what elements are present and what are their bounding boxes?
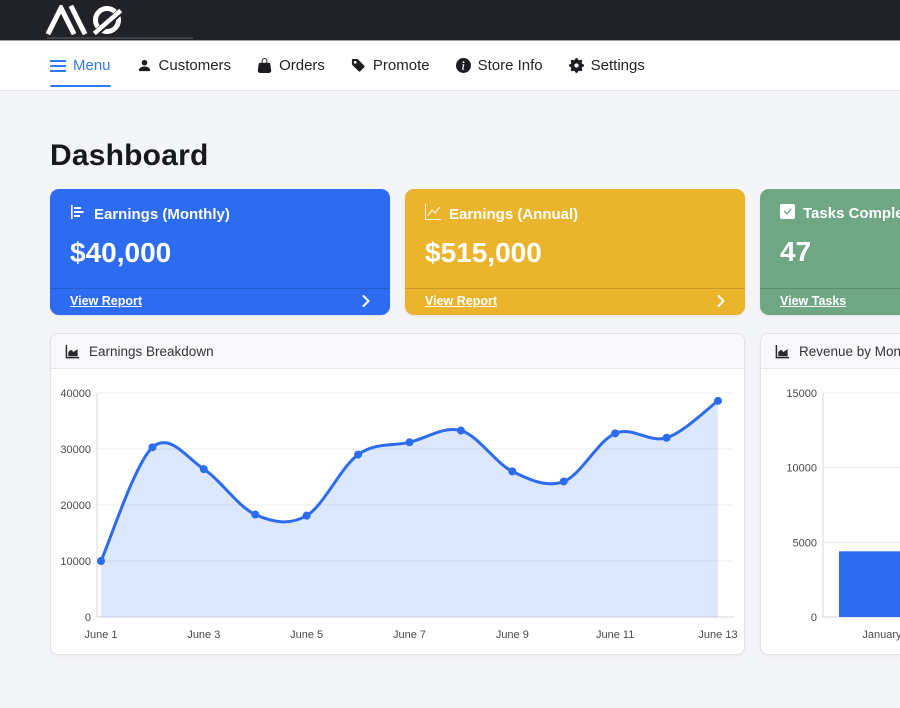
svg-text:June 7: June 7 <box>393 629 426 641</box>
svg-text:0: 0 <box>811 612 817 624</box>
nav-item-label: Settings <box>591 57 645 74</box>
stat-card-title: Earnings (Annual) <box>449 206 578 223</box>
tasks-completed-card: Tasks Completed 47 View Tasks <box>760 189 900 315</box>
stat-card-value: $515,000 <box>425 237 725 269</box>
stat-footer-label: View Report <box>425 294 497 308</box>
chart-area-icon <box>65 344 80 359</box>
gear-icon <box>569 58 584 73</box>
charts-row: Earnings Breakdown 0 10000 20000 30000 40000… <box>50 333 900 655</box>
main-navbar: Menu Customers Orders Promote Store Info… <box>0 41 900 91</box>
stat-card-value: $40,000 <box>70 237 370 269</box>
revenue-by-month-chart: 0 5000 10000 15000 January <box>773 379 900 647</box>
stat-footer-label: View Report <box>70 294 142 308</box>
stat-card-title: Earnings (Monthly) <box>94 206 230 223</box>
nav-item-label: Promote <box>373 57 430 74</box>
logo-underline <box>47 37 193 39</box>
svg-text:10000: 10000 <box>786 463 817 475</box>
view-report-link[interactable]: View Report <box>50 288 390 315</box>
svg-text:June 5: June 5 <box>290 629 323 641</box>
nav-item-store-info[interactable]: Store Info <box>456 41 543 90</box>
nav-item-label: Customers <box>159 57 232 74</box>
tag-icon <box>351 58 366 73</box>
svg-text:10000: 10000 <box>60 556 91 568</box>
svg-text:20000: 20000 <box>60 500 91 512</box>
stat-footer-label: View Tasks <box>780 294 846 308</box>
nav-item-label: Orders <box>279 57 325 74</box>
chevron-right-icon <box>362 295 370 307</box>
stat-card-title: Tasks Completed <box>803 205 900 222</box>
earnings-monthly-card: Earnings (Monthly) $40,000 View Report <box>50 189 390 315</box>
svg-text:15000: 15000 <box>786 388 817 400</box>
view-tasks-link[interactable]: View Tasks <box>760 288 900 315</box>
earnings-annual-card: Earnings (Annual) $515,000 View Report <box>405 189 745 315</box>
panel-title: Revenue by Month <box>799 344 900 359</box>
panel-title: Earnings Breakdown <box>89 344 214 359</box>
check-square-icon <box>780 204 795 223</box>
view-report-link[interactable]: View Report <box>405 288 745 315</box>
nav-item-menu[interactable]: Menu <box>50 41 111 90</box>
nav-item-settings[interactable]: Settings <box>569 41 645 90</box>
svg-text:June 13: June 13 <box>698 629 737 641</box>
top-app-bar <box>0 0 900 41</box>
svg-text:June 1: June 1 <box>84 629 117 641</box>
chevron-right-icon <box>717 295 725 307</box>
shopping-bag-icon <box>257 58 272 73</box>
nav-item-label: Menu <box>73 57 111 74</box>
earnings-breakdown-panel: Earnings Breakdown 0 10000 20000 30000 40000… <box>50 333 745 655</box>
nav-item-promote[interactable]: Promote <box>351 41 430 90</box>
svg-text:January: January <box>862 629 900 641</box>
hamburger-icon <box>50 59 66 73</box>
aq-logo[interactable] <box>45 5 137 40</box>
person-icon <box>137 58 152 73</box>
nav-item-orders[interactable]: Orders <box>257 41 325 90</box>
page-title: Dashboard <box>50 139 900 173</box>
nav-item-customers[interactable]: Customers <box>137 41 232 90</box>
info-icon <box>456 58 471 73</box>
svg-text:5000: 5000 <box>793 537 817 549</box>
main-content: Dashboard Earnings (Monthly) $40,000 Vie… <box>0 139 900 655</box>
chart-area-icon <box>775 344 790 359</box>
svg-text:June 9: June 9 <box>496 629 529 641</box>
revenue-by-month-panel: Revenue by Month 0 5000 10000 15000 January <box>760 333 900 655</box>
svg-text:0: 0 <box>85 612 91 624</box>
earnings-breakdown-chart: 0 10000 20000 30000 40000 June 1 June 3 June 5 J… <box>63 379 734 647</box>
line-chart-icon <box>425 204 441 224</box>
svg-text:30000: 30000 <box>60 444 91 456</box>
bar-chart-icon <box>70 204 86 224</box>
svg-text:June 11: June 11 <box>596 629 634 641</box>
nav-item-label: Store Info <box>478 57 543 74</box>
svg-text:40000: 40000 <box>60 388 91 400</box>
stat-card-value: 47 <box>780 236 900 268</box>
stat-cards-row: Earnings (Monthly) $40,000 View Report E… <box>50 189 900 315</box>
svg-text:June 3: June 3 <box>187 629 220 641</box>
